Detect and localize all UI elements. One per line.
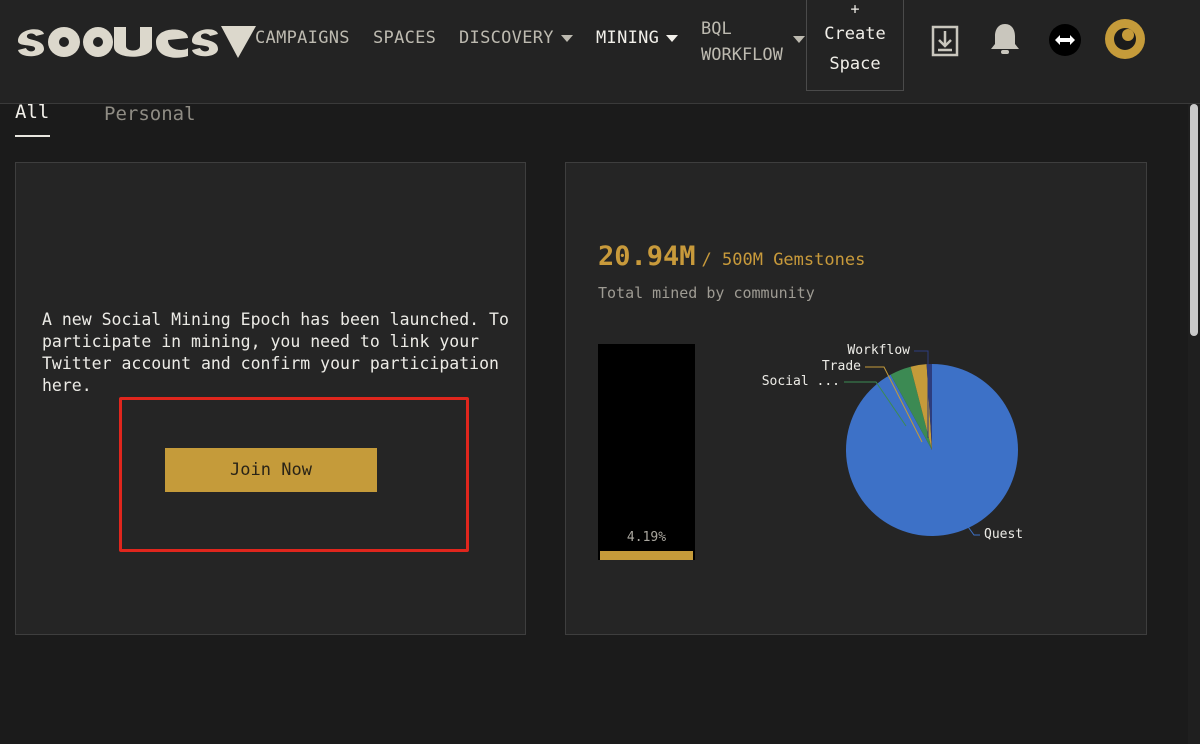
nav-spaces-label: SPACES bbox=[373, 28, 437, 48]
top-navigation-bar: CAMPAIGNS SPACES DISCOVERY MINING BQL WO… bbox=[0, 0, 1200, 104]
nav-campaigns[interactable]: CAMPAIGNS bbox=[255, 28, 350, 48]
mined-total: 20.94M/ 500M Gemstones bbox=[598, 241, 865, 272]
pie-label-1: Social ... bbox=[762, 374, 840, 389]
mined-value: 20.94M bbox=[598, 241, 696, 272]
nav-campaigns-label: CAMPAIGNS bbox=[255, 28, 350, 48]
pie-label-3: Workflow bbox=[847, 343, 910, 358]
space-label: Space bbox=[829, 54, 881, 74]
progress-bar-fill bbox=[600, 551, 693, 560]
profile-avatar-icon[interactable] bbox=[1105, 19, 1145, 59]
nav-bql-label: BQL bbox=[701, 19, 732, 39]
tab-personal[interactable]: Personal bbox=[104, 103, 196, 125]
nav-spaces[interactable]: SPACES bbox=[373, 28, 436, 48]
community-mining-card: 20.94M/ 500M Gemstones Total mined by co… bbox=[565, 162, 1147, 635]
tab-all[interactable]: All bbox=[15, 101, 49, 123]
nav-discovery-label: DISCOVERY bbox=[459, 28, 554, 48]
mined-subtitle: Total mined by community bbox=[598, 284, 815, 302]
bell-icon[interactable] bbox=[989, 22, 1021, 56]
mining-distribution-pie-chart: Quest Social ...TradeWorkflow bbox=[762, 343, 1023, 542]
swap-arrows-icon[interactable] bbox=[1048, 23, 1082, 57]
nav-mining-label: MINING bbox=[596, 28, 660, 48]
nav-discovery[interactable]: DISCOVERY bbox=[459, 28, 573, 48]
join-now-button[interactable]: Join Now bbox=[165, 448, 377, 492]
scrollbar-thumb[interactable] bbox=[1190, 104, 1198, 336]
mined-cap: / 500M Gemstones bbox=[701, 250, 866, 270]
create-space-button[interactable]: + Create Space bbox=[806, 0, 904, 91]
progress-percent-label: 4.19% bbox=[626, 530, 667, 545]
join-mining-card: A new Social Mining Epoch has been launc… bbox=[15, 162, 526, 635]
chevron-down-icon bbox=[560, 34, 573, 42]
nav-workflow-label: WORKFLOW bbox=[701, 45, 783, 65]
create-label: Create bbox=[824, 24, 886, 44]
plus-icon: + bbox=[850, 0, 860, 18]
chevron-down-icon bbox=[666, 34, 679, 42]
tab-all-underline bbox=[15, 135, 50, 137]
nav-bql-workflow[interactable]: BQL WORKFLOW bbox=[701, 16, 805, 68]
chevron-down-icon bbox=[793, 36, 805, 43]
soquest-logo[interactable] bbox=[16, 22, 256, 60]
nav-mining[interactable]: MINING bbox=[596, 28, 679, 48]
download-icon[interactable] bbox=[931, 25, 959, 57]
pie-label-0: Quest bbox=[984, 527, 1023, 542]
scrollbar[interactable] bbox=[1188, 104, 1200, 744]
mining-epoch-description: A new Social Mining Epoch has been launc… bbox=[42, 310, 509, 395]
pie-label-2: Trade bbox=[822, 359, 861, 374]
progress-bar: 4.19% bbox=[598, 344, 695, 560]
